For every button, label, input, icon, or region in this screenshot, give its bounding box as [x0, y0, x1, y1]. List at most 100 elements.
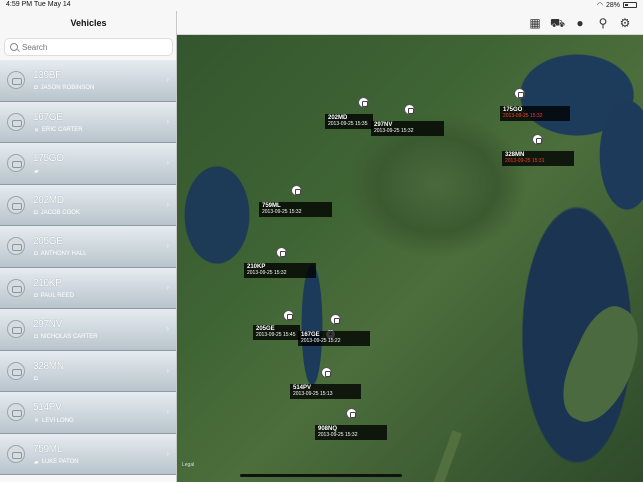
chevron-right-icon: › — [166, 199, 169, 209]
bus-icon: ◘ — [34, 209, 38, 216]
vehicle-marker[interactable] — [321, 367, 332, 378]
vehicle-row-210kp[interactable]: 210KP ◘ PAUL REED › — [0, 267, 176, 309]
map-label[interactable]: 759ML 2013-09-25 15:32 — [259, 202, 332, 217]
status-bar: 4:59 PM Tue May 14 ◠ 28% — [0, 0, 643, 11]
vehicle-avatar-icon — [7, 444, 25, 463]
map-label-timestamp: 2013-09-25 15:22 — [301, 338, 341, 344]
vehicle-row-759ml[interactable]: 759ML ▰ LUKE PATON › — [0, 433, 176, 475]
vehicle-row-205ge[interactable]: 205GE ◘ ANTHONY HALL › — [0, 226, 176, 268]
vehicle-driver: LEVI LONG — [42, 417, 74, 424]
vehicle-marker[interactable] — [404, 104, 415, 115]
truck-icon: ▰ — [34, 459, 39, 466]
vehicle-driver: JACOB COOK — [40, 209, 80, 216]
tools-icon: ✕ — [34, 418, 40, 424]
vehicle-reg: 202MD — [33, 194, 64, 206]
bus-icon: ◘ — [34, 292, 38, 299]
vehicle-marker[interactable] — [346, 408, 357, 419]
sidebar-title: Vehicles — [70, 18, 107, 28]
person-icon[interactable]: ● — [573, 16, 587, 30]
vehicle-marker[interactable] — [532, 134, 543, 145]
status-right: ◠ 28% — [597, 1, 637, 9]
map-label-timestamp: 2013-09-25 15:13 — [293, 391, 333, 397]
map-label-timestamp: 2013-09-25 15:32 — [247, 270, 287, 276]
map-toolbar: ▦ ⛟ ● ⚲ ⚙ — [177, 11, 643, 35]
status-time: 4:59 PM — [6, 1, 33, 8]
vehicle-marker[interactable] — [283, 310, 294, 321]
bus-icon: ◘ — [34, 85, 38, 91]
vehicle-avatar-icon — [7, 237, 25, 255]
vehicle-avatar-icon — [7, 71, 25, 89]
map-label[interactable]: 908NQ 2013-09-25 15:32 — [315, 425, 387, 440]
vehicle-row-175go[interactable]: 175GO ▰ › — [0, 143, 176, 185]
map-label-timestamp: 2013-09-25 15:32 — [503, 113, 543, 119]
home-indicator[interactable] — [240, 474, 402, 477]
bus-icon: ◘ — [34, 334, 38, 340]
vehicle-avatar-icon — [7, 320, 25, 338]
vehicle-avatar-icon — [7, 361, 25, 380]
vehicle-driver: ANTHONY HALL — [40, 251, 87, 257]
chevron-right-icon: › — [166, 324, 169, 333]
vehicle-reg: 514PV — [33, 402, 62, 413]
vehicle-row-167ge[interactable]: 167GE ✕ ERIC CARTER › — [0, 101, 176, 143]
search-input[interactable] — [22, 42, 162, 52]
chevron-right-icon: › — [166, 158, 169, 167]
map-label-timestamp: 2013-09-25 15:35 — [328, 121, 368, 127]
map-label-timestamp: 2013-09-25 15:45 — [256, 332, 296, 338]
battery-icon — [623, 2, 637, 8]
vehicle-marker[interactable] — [276, 247, 287, 258]
vehicle-driver: ERIC CARTER — [42, 127, 83, 133]
status-date: Tue May 14 — [34, 1, 71, 8]
bus-icon: ◘ — [34, 251, 38, 257]
vehicle-row-514pv[interactable]: 514PV ✕ LEVI LONG › — [0, 392, 176, 434]
vehicle-row-328mn[interactable]: 328MN ◘ › — [0, 350, 176, 392]
map-label[interactable]: 210KP 2013-09-25 15:32 — [244, 263, 316, 278]
truck-icon: ▰ — [34, 169, 39, 175]
vehicle-avatar-icon — [7, 195, 25, 214]
vehicle-reg: 210KP — [33, 277, 62, 289]
grid-icon[interactable]: ▦ — [528, 16, 542, 30]
vehicle-reg: 175GO — [33, 153, 64, 164]
pin-person-icon[interactable]: ⚲ — [596, 16, 610, 30]
search-bar[interactable] — [4, 38, 173, 56]
sidebar-header: Vehicles — [0, 11, 176, 36]
map-label[interactable]: 514PV 2013-09-25 15:13 — [290, 384, 361, 399]
battery-percent: 28% — [605, 1, 620, 9]
vehicle-reg: 167GE — [33, 111, 63, 123]
gear-icon[interactable]: ⚙ — [618, 16, 632, 30]
map-label-timestamp: 2013-09-25 15:31 — [505, 158, 545, 164]
map-view[interactable] — [177, 35, 643, 482]
vehicle-reg: 759ML — [33, 443, 63, 455]
map-label[interactable]: 297NV 2013-09-25 15:32 — [371, 121, 444, 136]
map-label[interactable]: 167GE 2013-09-25 15:22 — [298, 331, 370, 346]
map-label[interactable]: 202MD 2013-09-25 15:35 — [325, 114, 373, 129]
chevron-right-icon: › — [166, 75, 169, 84]
vehicle-driver: JASON ROBINSON — [40, 85, 95, 91]
chevron-right-icon: › — [166, 116, 169, 126]
map-legal-link[interactable]: Legal — [182, 462, 194, 468]
wifi-icon: ◠ — [596, 2, 603, 9]
vehicle-avatar-icon — [7, 154, 25, 172]
vehicle-marker[interactable] — [514, 88, 525, 99]
map-label-timestamp: 2013-09-25 15:32 — [374, 128, 414, 134]
truck-icon[interactable]: ⛟ — [550, 16, 565, 30]
vehicle-list: 139BF ◘ JASON ROBINSON › 167GE ✕ ERIC CART… — [0, 60, 176, 475]
vehicle-avatar-icon — [7, 403, 25, 421]
vehicle-marker[interactable] — [291, 185, 302, 196]
search-icon — [10, 43, 18, 51]
bus-icon: ◘ — [34, 375, 38, 382]
map-label[interactable]: 328MN 2013-09-25 15:31 — [502, 151, 574, 166]
vehicle-marker[interactable] — [330, 314, 341, 325]
vehicle-reg: 297NV — [33, 319, 63, 330]
vehicle-marker[interactable] — [358, 97, 369, 108]
vehicle-row-202md[interactable]: 202MD ◘ JACOB COOK › — [0, 184, 176, 226]
vehicle-row-139bf[interactable]: 139BF ◘ JASON ROBINSON › — [0, 60, 176, 102]
vehicle-reg: 328MN — [33, 360, 64, 372]
map-label-timestamp: 2013-09-25 15:32 — [262, 209, 302, 215]
vehicle-driver: PAUL REED — [40, 292, 74, 299]
vehicle-avatar-icon — [7, 112, 25, 131]
sidebar: Vehicles 139BF ◘JASON ROBINSON › 167GE ✕… — [0, 0, 177, 482]
vehicle-row-297nv[interactable]: 297NV ◘ NICHOLAS CARTER › — [0, 309, 176, 351]
map-label[interactable]: 205GE 2013-09-25 15:45 — [253, 325, 300, 340]
map-label[interactable]: 175GO 2013-09-25 15:32 — [500, 106, 570, 121]
chevron-right-icon: › — [166, 282, 169, 292]
